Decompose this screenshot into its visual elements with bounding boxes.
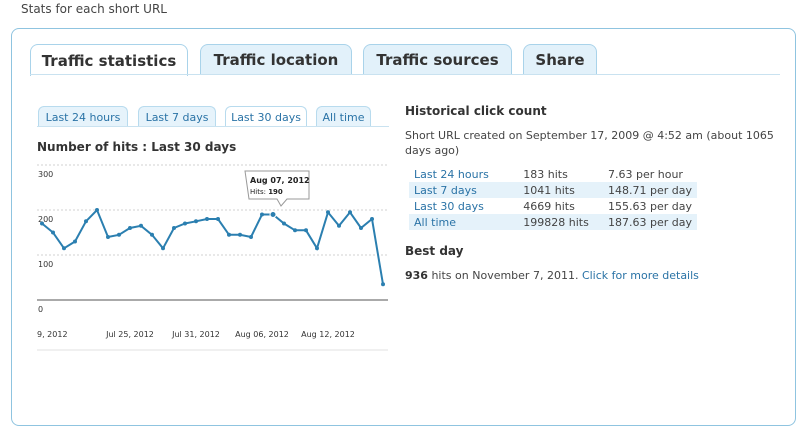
table-row: Last 7 days 1041 hits 148.71 per day [409,182,697,198]
x-tick-label: 9, 2012 [37,330,68,339]
y-tick-label: 300 [38,170,53,179]
more-details-link[interactable]: Click for more details [582,269,699,282]
hits-value: 1041 hits [518,182,603,198]
data-point [161,246,165,251]
x-tick-label: Aug 12, 2012 [301,330,355,339]
data-point [106,235,110,239]
x-tick-label: Jul 31, 2012 [171,330,220,339]
table-row: All time 199828 hits 187.63 per day [409,214,697,230]
data-point [359,226,363,230]
data-point [227,232,231,237]
tooltip-date: Aug 07, 2012 [250,176,310,185]
period-link[interactable]: All time [409,214,519,230]
rate-value: 148.71 per day [603,182,697,198]
data-point [216,217,220,221]
data-point [73,239,77,244]
period-link[interactable]: Last 30 days [409,198,518,214]
data-point [370,217,374,221]
data-point [183,221,187,226]
data-point [62,246,66,251]
data-point [293,228,297,233]
data-point [40,221,44,226]
best-day-text: hits on November 7, 2011. [427,269,582,282]
created-info: Short URL created on September 17, 2009 … [405,129,774,157]
data-point [326,210,330,215]
tooltip-hits-label: Hits: [250,188,268,196]
period-link[interactable]: Last 7 days [409,182,519,198]
data-point [260,212,264,217]
data-point [194,219,198,224]
data-point [315,246,319,251]
data-point [150,232,154,237]
y-tick-label: 0 [38,305,43,314]
hits-value: 183 hits [523,167,568,181]
historical-title: Historical click count [405,104,547,118]
table-row: Last 24 hours 183 hits 7.63 per hour [409,166,697,182]
data-point [205,217,209,221]
rate-value: 155.63 per day [608,199,692,213]
tooltip-highlight-point [269,211,277,218]
hits-value: 199828 hits [518,214,603,230]
data-point [282,221,286,226]
data-point [128,226,132,230]
data-point [337,223,341,228]
data-point [117,232,121,237]
data-point [381,282,385,287]
data-point [348,210,352,215]
best-day-count: 936 [405,269,428,282]
tooltip-hits: Hits: 190 [250,188,283,196]
best-day-line: 936 hits on November 7, 2011. Click for … [405,269,699,282]
y-tick-label: 100 [38,260,53,269]
table-row: Last 30 days 4669 hits 155.63 per day [409,198,697,214]
data-point [304,228,308,233]
rate-value: 187.63 per day [603,214,697,230]
rate-value: 7.63 per hour [608,167,683,181]
data-point [249,235,253,239]
tooltip-hits-value: 190 [268,188,283,196]
data-point [84,219,88,224]
hits-value: 4669 hits [523,199,575,213]
hits-series-line [41,208,384,285]
data-point [95,208,99,212]
x-tick-label: Jul 25, 2012 [105,330,154,339]
x-tick-label: Aug 06, 2012 [235,330,289,339]
data-point [238,232,242,237]
data-point [139,223,143,228]
best-day-title: Best day [405,244,464,258]
click-count-table: Last 24 hours 183 hits 7.63 per hour Las… [409,166,697,230]
data-point [51,230,55,235]
data-point [172,226,176,230]
period-link[interactable]: Last 24 hours [409,166,518,182]
